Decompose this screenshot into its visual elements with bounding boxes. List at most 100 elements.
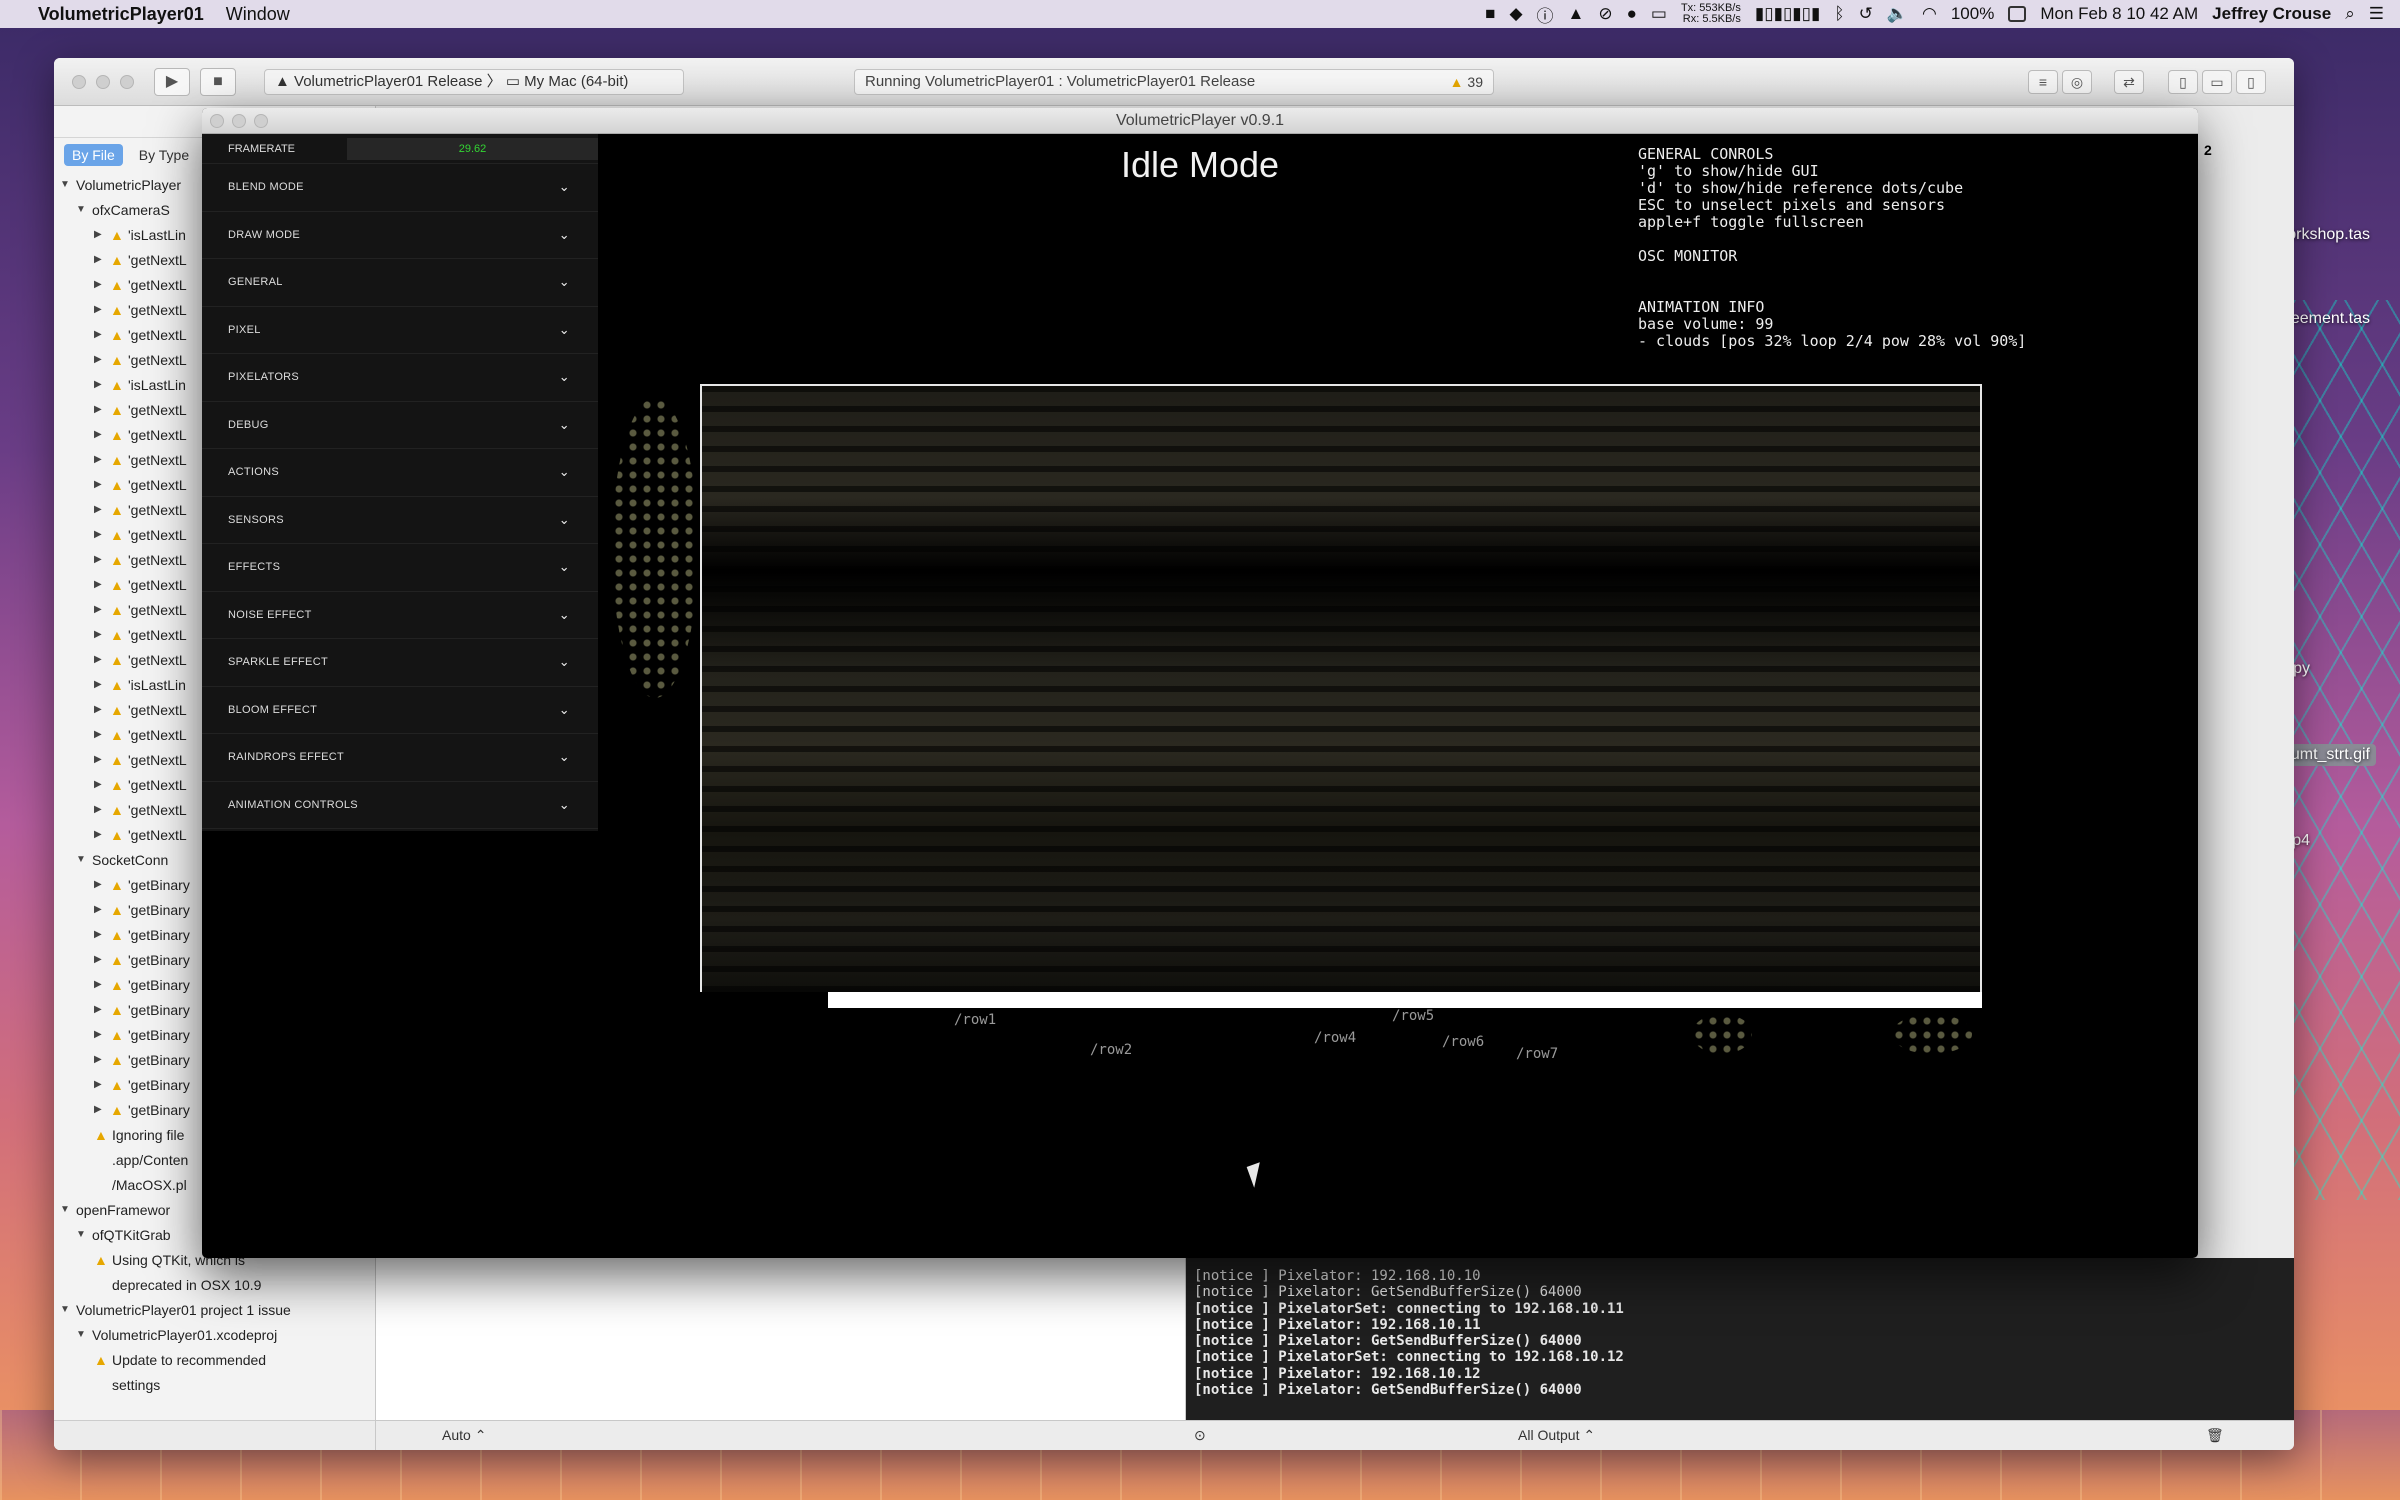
disclosure-triangle-icon[interactable]: ▶: [94, 479, 110, 490]
stop-button[interactable]: ■: [200, 68, 236, 96]
disclosure-triangle-icon[interactable]: ▼: [76, 1329, 92, 1340]
close-button[interactable]: [72, 75, 86, 89]
output-selector[interactable]: All Output ⌃: [1518, 1427, 1595, 1444]
console-filter-icon[interactable]: ⊙: [1194, 1427, 1206, 1444]
time-machine-icon[interactable]: ↺: [1859, 4, 1873, 24]
disclosure-triangle-icon[interactable]: ▶: [94, 954, 110, 965]
pixel-preview[interactable]: [700, 384, 1982, 1008]
cpu-meter-icon[interactable]: ▮▯▮▯▮▯▮: [1755, 4, 1821, 24]
desktop-file-label[interactable]: py: [2293, 660, 2310, 678]
battery-icon[interactable]: [2008, 6, 2027, 22]
auto-selector[interactable]: Auto ⌃: [442, 1427, 486, 1444]
filter-by-file[interactable]: By File: [64, 144, 123, 166]
disclosure-triangle-icon[interactable]: ▶: [94, 779, 110, 790]
disclosure-triangle-icon[interactable]: ▼: [60, 1204, 76, 1215]
airplay-icon[interactable]: ▭: [1651, 4, 1667, 24]
disclosure-triangle-icon[interactable]: ▶: [94, 354, 110, 365]
disclosure-triangle-icon[interactable]: ▶: [94, 829, 110, 840]
zoom-button[interactable]: [120, 75, 134, 89]
issue-group[interactable]: ▼ VolumetricPlayer01.xcodeproj: [54, 1322, 375, 1347]
disclosure-triangle-icon[interactable]: ▶: [94, 979, 110, 990]
gui-section-header[interactable]: DEBUG ⌄: [202, 402, 598, 449]
window-menu[interactable]: Window: [226, 4, 290, 25]
run-button[interactable]: ▶: [154, 68, 190, 96]
disclosure-triangle-icon[interactable]: ▶: [94, 929, 110, 940]
issue-row[interactable]: settings: [54, 1372, 375, 1397]
disclosure-triangle-icon[interactable]: ▶: [94, 629, 110, 640]
chevron-down-icon[interactable]: ⌄: [559, 559, 570, 575]
gui-section-header[interactable]: PIXELATORS ⌄: [202, 354, 598, 402]
disclosure-triangle-icon[interactable]: ▼: [60, 1304, 76, 1315]
disclosure-triangle-icon[interactable]: ▶: [94, 1029, 110, 1040]
minimize-button[interactable]: [96, 75, 110, 89]
disclosure-triangle-icon[interactable]: ▶: [94, 329, 110, 340]
disclosure-triangle-icon[interactable]: ▶: [94, 729, 110, 740]
chevron-down-icon[interactable]: ⌄: [559, 607, 570, 623]
disclosure-triangle-icon[interactable]: ▶: [94, 579, 110, 590]
clock[interactable]: Mon Feb 8 10 42 AM: [2040, 4, 2198, 24]
disclosure-triangle-icon[interactable]: ▶: [94, 429, 110, 440]
chevron-down-icon[interactable]: ⌄: [559, 654, 570, 670]
issue-row[interactable]: ▲ Update to recommended: [54, 1347, 375, 1372]
disclosure-triangle-icon[interactable]: ▶: [94, 504, 110, 515]
toggle-debug-area-button[interactable]: ▭: [2202, 70, 2232, 94]
gui-section-header[interactable]: ANIMATION CONTROLS ⌄: [202, 782, 598, 829]
chevron-down-icon[interactable]: ⌄: [559, 464, 570, 480]
disclosure-triangle-icon[interactable]: ▶: [94, 554, 110, 565]
disclosure-triangle-icon[interactable]: ▶: [94, 279, 110, 290]
gui-section-header[interactable]: SENSORS ⌄: [202, 497, 598, 544]
drive-icon[interactable]: ▲: [1568, 4, 1585, 24]
disclosure-triangle-icon[interactable]: ▶: [94, 1054, 110, 1065]
project-group[interactable]: ▼ VolumetricPlayer01 project 1 issue: [54, 1297, 375, 1322]
volume-icon[interactable]: 🔈: [1887, 4, 1908, 24]
disclosure-triangle-icon[interactable]: ▼: [76, 204, 92, 215]
standard-editor-button[interactable]: ≡: [2028, 70, 2058, 94]
chevron-down-icon[interactable]: ⌄: [559, 369, 570, 385]
assistant-editor-button[interactable]: ◎: [2062, 70, 2092, 94]
chevron-down-icon[interactable]: ⌄: [559, 797, 570, 813]
disclosure-triangle-icon[interactable]: ▶: [94, 904, 110, 915]
chevron-down-icon[interactable]: ⌄: [559, 227, 570, 243]
toggle-utilities-button[interactable]: ▯: [2236, 70, 2266, 94]
disclosure-triangle-icon[interactable]: ▶: [94, 379, 110, 390]
sensor-row-label[interactable]: /row2: [1090, 1042, 1132, 1058]
desktop-file-label[interactable]: umt_strt.gif: [2284, 744, 2376, 766]
disclosure-triangle-icon[interactable]: ▶: [94, 254, 110, 265]
disclosure-triangle-icon[interactable]: ▶: [94, 454, 110, 465]
disclosure-triangle-icon[interactable]: ▶: [94, 529, 110, 540]
desktop-file-label[interactable]: orkshop.tas: [2287, 226, 2370, 244]
disclosure-triangle-icon[interactable]: ▶: [94, 654, 110, 665]
player-minimize-button[interactable]: [232, 114, 246, 128]
sensor-row-label[interactable]: /row5: [1392, 1008, 1434, 1024]
gui-section-header[interactable]: SPARKLE EFFECT ⌄: [202, 639, 598, 687]
disclosure-triangle-icon[interactable]: ▶: [94, 1004, 110, 1015]
user-menu[interactable]: Jeffrey Crouse: [2212, 4, 2331, 24]
disclosure-triangle-icon[interactable]: ▶: [94, 804, 110, 815]
sensor-row-label[interactable]: /row1: [954, 1012, 996, 1028]
gui-section-header[interactable]: EFFECTS ⌄: [202, 544, 598, 592]
scheme-selector[interactable]: ▲ VolumetricPlayer01 Release 〉 ▭ My Mac …: [264, 69, 684, 95]
github-icon[interactable]: ●: [1627, 4, 1637, 24]
warning-badge[interactable]: ▲ 39: [1450, 70, 1483, 94]
spotlight-icon[interactable]: ⌕: [2345, 4, 2355, 24]
disclosure-triangle-icon[interactable]: ▶: [94, 1104, 110, 1115]
disclosure-triangle-icon[interactable]: ▼: [76, 854, 92, 865]
gui-section-header[interactable]: NOISE EFFECT ⌄: [202, 592, 598, 639]
disclosure-triangle-icon[interactable]: ▶: [94, 679, 110, 690]
player-zoom-button[interactable]: [254, 114, 268, 128]
toggle-navigator-button[interactable]: ▯: [2168, 70, 2198, 94]
disclosure-triangle-icon[interactable]: ▶: [94, 229, 110, 240]
app-menu[interactable]: VolumetricPlayer01: [38, 4, 204, 25]
disclosure-triangle-icon[interactable]: ▼: [60, 179, 76, 190]
disclosure-triangle-icon[interactable]: ▼: [76, 1229, 92, 1240]
disclosure-triangle-icon[interactable]: ▶: [94, 704, 110, 715]
disclosure-triangle-icon[interactable]: ▶: [94, 404, 110, 415]
disclosure-triangle-icon[interactable]: ▶: [94, 879, 110, 890]
chevron-down-icon[interactable]: ⌄: [559, 702, 570, 718]
sensor-row-label[interactable]: /row4: [1314, 1030, 1356, 1046]
console-output[interactable]: [notice ] Pixelator: 192.168.10.10 [notic…: [1186, 1258, 2294, 1420]
gui-section-header[interactable]: RAINDROPS EFFECT ⌄: [202, 734, 598, 782]
block-icon[interactable]: ⊘: [1598, 4, 1612, 24]
chevron-down-icon[interactable]: ⌄: [559, 322, 570, 338]
gui-section-header[interactable]: GENERAL ⌄: [202, 259, 598, 307]
